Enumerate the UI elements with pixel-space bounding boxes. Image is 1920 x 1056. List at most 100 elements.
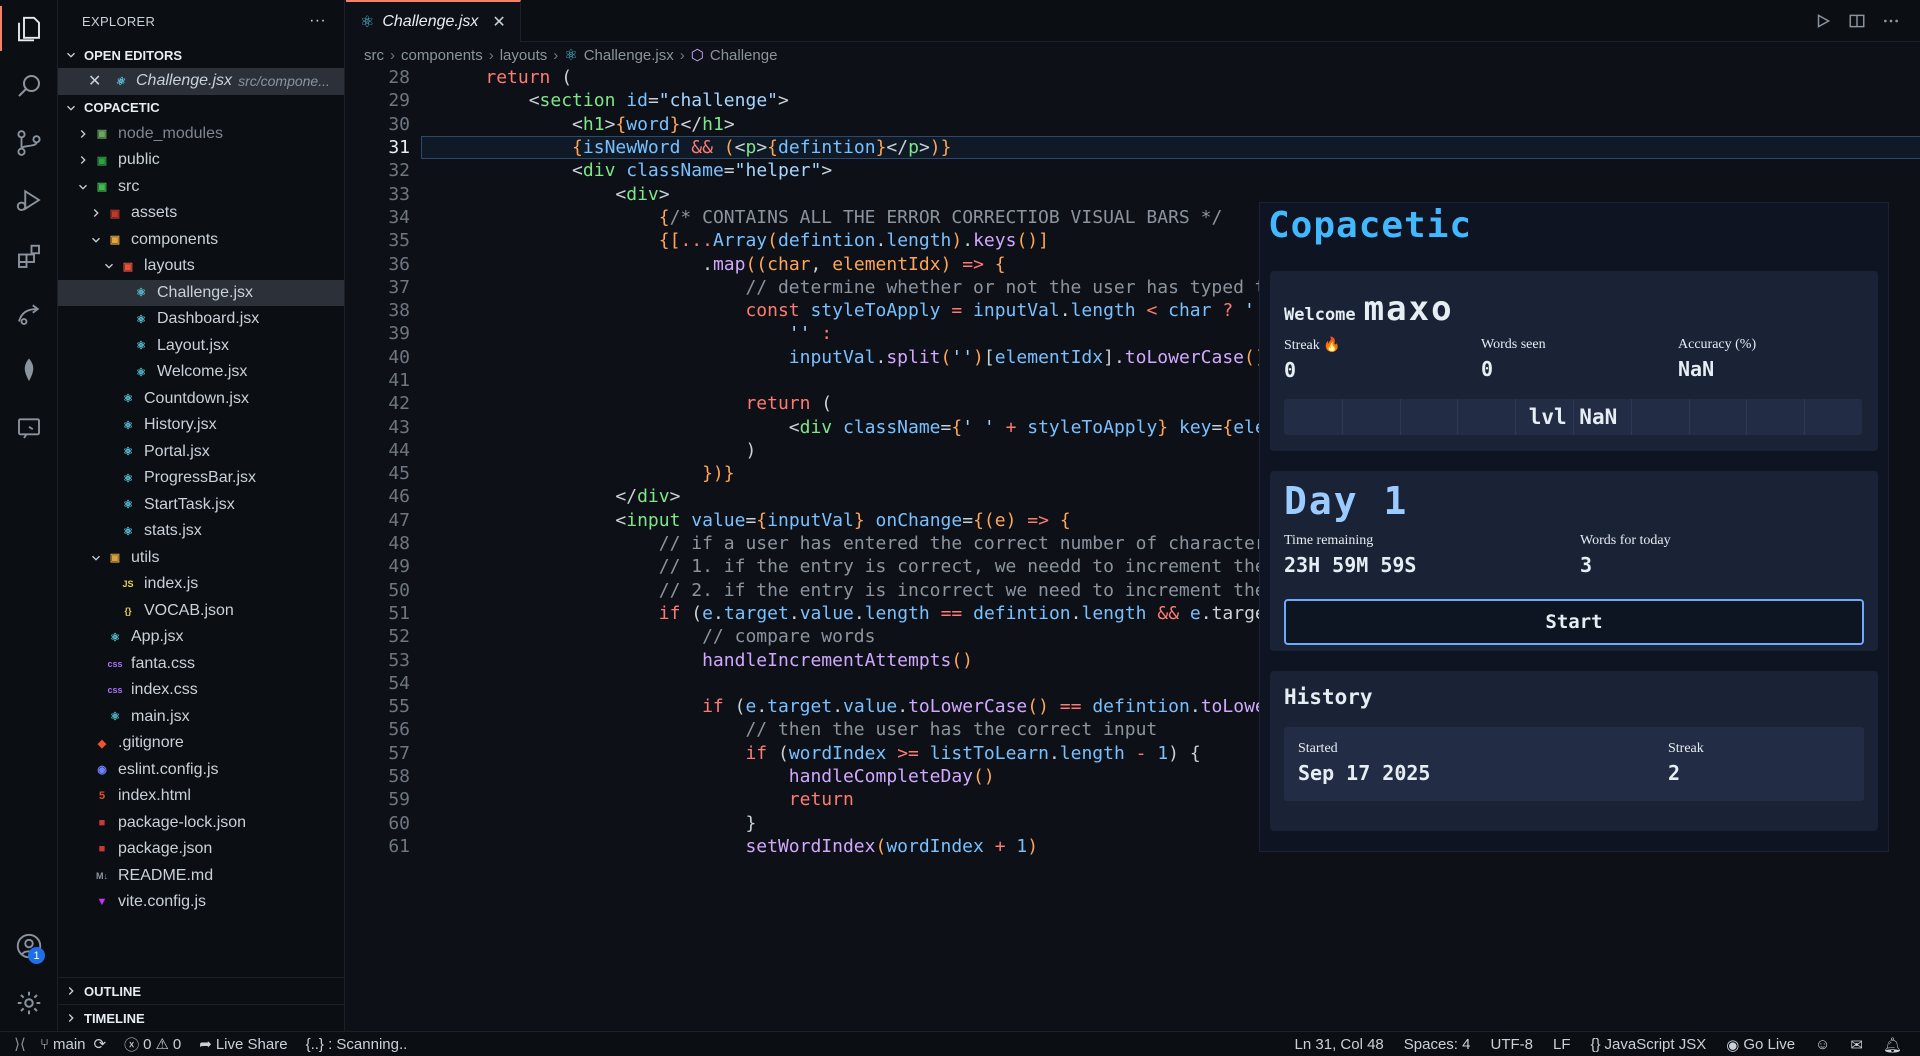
mongodb-activity[interactable]: [0, 342, 58, 399]
tree-item[interactable]: ⚛ History.jsx: [58, 412, 344, 439]
tree-item[interactable]: ▣ src: [58, 174, 344, 201]
breadcrumb-item[interactable]: layouts: [500, 47, 548, 64]
tree-item[interactable]: ⚛ App.jsx: [58, 624, 344, 651]
open-editors-header[interactable]: OPEN EDITORS: [58, 42, 344, 68]
tree-item[interactable]: ▼ vite.config.js: [58, 889, 344, 916]
tree-item[interactable]: ■ package.json: [58, 836, 344, 863]
outline-header[interactable]: OUTLINE: [58, 977, 344, 1004]
breadcrumb-item[interactable]: components: [401, 47, 483, 64]
tab-challenge[interactable]: ⚛ Challenge.jsx ✕: [346, 0, 521, 42]
timeline-header[interactable]: TIMELINE: [58, 1004, 344, 1031]
copilot-icon[interactable]: ☺: [1815, 1036, 1830, 1053]
code-text: // then the user has the correct input: [745, 719, 1158, 741]
history-card: History Started Sep 17 2025 Streak 2: [1270, 671, 1878, 831]
username: maxo: [1363, 289, 1454, 329]
code-text: {/* CONTAINS ALL THE ERROR CORRECTIOB VI…: [658, 206, 1223, 228]
close-icon[interactable]: ✕: [88, 71, 104, 91]
remote-explorer-activity[interactable]: [0, 399, 58, 456]
history-started: Started Sep 17 2025: [1298, 741, 1430, 785]
line-number: 51: [388, 602, 410, 624]
extensions-activity[interactable]: [0, 228, 58, 285]
tree-item[interactable]: css fanta.css: [58, 651, 344, 678]
tree-item[interactable]: ◆ .gitignore: [58, 730, 344, 757]
tree-item[interactable]: 5 index.html: [58, 783, 344, 810]
welcome-card: Welcome maxo Streak 🔥 0 Words seen 0 Acc…: [1270, 271, 1878, 451]
tree-item[interactable]: ▣ public: [58, 147, 344, 174]
code-text: .map((char, elementIdx) => {: [702, 253, 1006, 275]
breadcrumb-item[interactable]: Challenge.jsx: [584, 47, 674, 64]
warning-count: 0: [172, 1035, 182, 1053]
tree-item[interactable]: ◉ eslint.config.js: [58, 757, 344, 784]
source-control-activity[interactable]: [0, 114, 58, 171]
tree-item[interactable]: M↓ README.md: [58, 863, 344, 890]
tree-item[interactable]: ▣ node_modules: [58, 121, 344, 148]
node-folder-icon: ▣: [96, 128, 108, 141]
activity-bar: 1: [0, 0, 58, 1031]
code-text: if (e.target.value.toLowerCase() == defi…: [702, 696, 1374, 718]
start-button[interactable]: Start: [1284, 599, 1864, 645]
line-ending[interactable]: LF: [1553, 1036, 1571, 1053]
tree-item[interactable]: ⚛ StartTask.jsx: [58, 492, 344, 519]
tree-item[interactable]: ⚛ stats.jsx: [58, 518, 344, 545]
project-header[interactable]: COPACETIC: [58, 95, 344, 121]
react-icon: ⚛: [123, 525, 133, 538]
tree-item[interactable]: JS index.js: [58, 571, 344, 598]
tree-item[interactable]: ▣ utils: [58, 545, 344, 572]
more-actions-icon[interactable]: ···: [309, 12, 326, 30]
close-tab-icon[interactable]: ✕: [492, 12, 505, 32]
live-share-status[interactable]: ➦ Live Share: [199, 1035, 287, 1054]
more-icon[interactable]: [1882, 12, 1900, 30]
remote-indicator[interactable]: ⟩⟨: [0, 1032, 40, 1056]
tree-item-label: components: [131, 230, 219, 248]
chevron-down-icon: [67, 52, 75, 58]
tree-item[interactable]: ■ package-lock.json: [58, 810, 344, 837]
tree-item-label: index.css: [131, 681, 198, 699]
breadcrumb-separator: ›: [488, 46, 494, 64]
tree-item[interactable]: ⚛ Portal.jsx: [58, 439, 344, 466]
npm-icon: ■: [98, 843, 106, 856]
problems-indicator[interactable]: ⓧ 0 ⚠ 0: [124, 1034, 181, 1055]
tree-item[interactable]: ▣ layouts: [58, 253, 344, 280]
notifications-icon[interactable]: 🔔︎: [1883, 1036, 1902, 1054]
language-mode[interactable]: {} JavaScript JSX: [1591, 1036, 1707, 1053]
open-editor-item[interactable]: ✕ ⚛ Challenge.jsx src/compone...: [58, 68, 344, 95]
indentation[interactable]: Spaces: 4: [1404, 1036, 1471, 1053]
tree-item[interactable]: ▣ assets: [58, 200, 344, 227]
npm-icon: ■: [98, 816, 106, 829]
manage-activity[interactable]: [0, 974, 58, 1031]
level-bar: lvl NaN: [1284, 399, 1862, 435]
tree-item[interactable]: ⚛ main.jsx: [58, 704, 344, 731]
tree-item[interactable]: {} VOCAB.json: [58, 598, 344, 625]
tree-item[interactable]: ▣ components: [58, 227, 344, 254]
cursor-position[interactable]: Ln 31, Col 48: [1295, 1036, 1384, 1053]
explorer-activity[interactable]: [0, 0, 58, 57]
breadcrumb-item[interactable]: src: [364, 47, 384, 64]
breadcrumb-item[interactable]: Challenge: [710, 47, 778, 64]
breadcrumb: src › components › layouts › ⚛ Challenge.jsx › ⬡ C…: [346, 42, 1920, 68]
live-share-activity[interactable]: [0, 285, 58, 342]
tree-item[interactable]: css index.css: [58, 677, 344, 704]
run-icon[interactable]: [1814, 12, 1832, 30]
tree-item[interactable]: ⚛ ProgressBar.jsx: [58, 465, 344, 492]
tree-item[interactable]: ⚛ Countdown.jsx: [58, 386, 344, 413]
go-live-button[interactable]: ◉ Go Live: [1726, 1036, 1795, 1054]
branch-indicator[interactable]: ⑂ main ⟳: [40, 1035, 106, 1054]
html-icon: 5: [98, 790, 106, 803]
tree-item[interactable]: ⚛ Challenge.jsx: [58, 279, 344, 306]
file-tree: ▣ node_modules ▣ public ▣ src ▣ assets ▣ componen…: [58, 121, 344, 916]
tree-item[interactable]: ⚛ Dashboard.jsx: [58, 306, 344, 333]
line-number: 46: [388, 486, 410, 508]
line-number: 30: [388, 113, 410, 135]
app-title: Copacetic: [1268, 205, 1473, 246]
line-number: 56: [388, 719, 410, 741]
line-number: 34: [388, 206, 410, 228]
accounts-activity[interactable]: 1: [0, 917, 58, 974]
split-editor-icon[interactable]: [1848, 12, 1866, 30]
tree-item[interactable]: ⚛ Layout.jsx: [58, 333, 344, 360]
search-activity[interactable]: [0, 57, 58, 114]
encoding[interactable]: UTF-8: [1490, 1036, 1533, 1053]
line-number: 43: [388, 416, 410, 438]
run-debug-activity[interactable]: [0, 171, 58, 228]
feedback-icon[interactable]: ✉: [1850, 1036, 1863, 1054]
tree-item[interactable]: ⚛ Welcome.jsx: [58, 359, 344, 386]
